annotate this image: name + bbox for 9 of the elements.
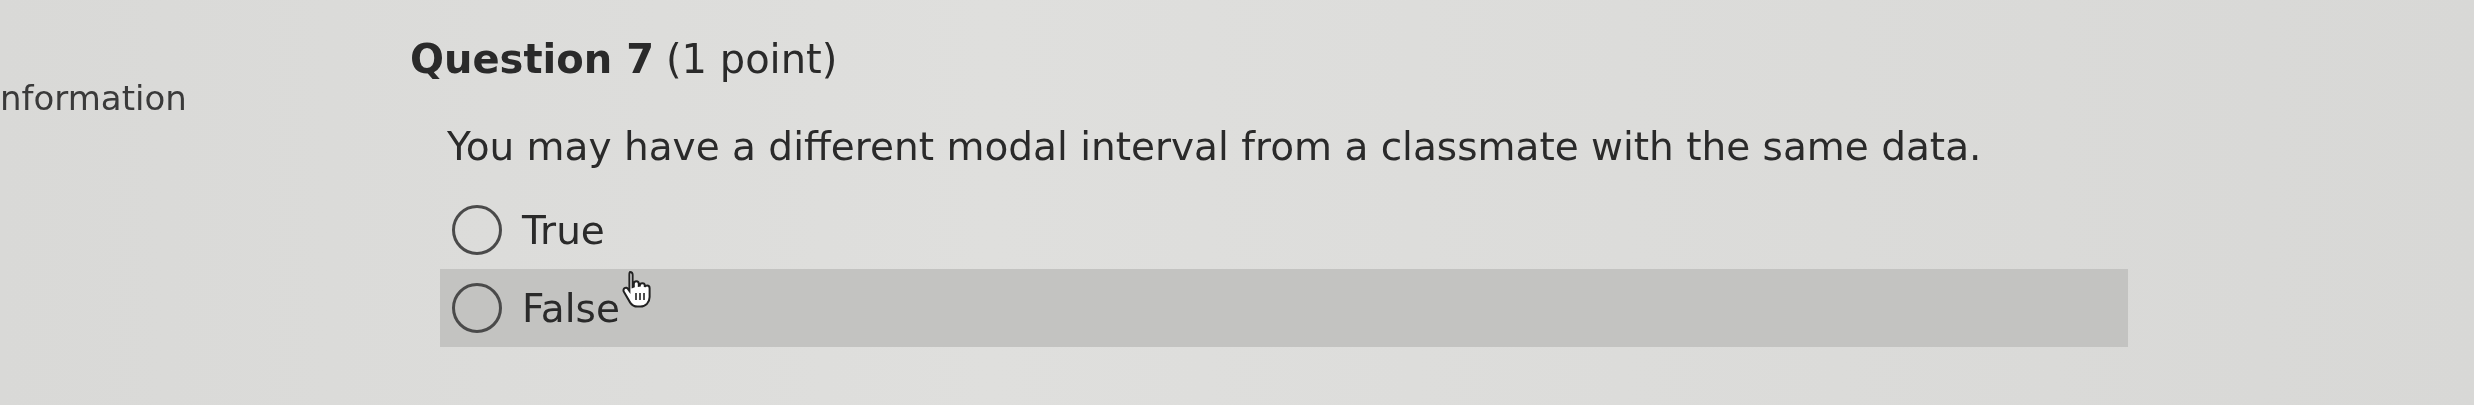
option-label[interactable]: True <box>522 207 605 253</box>
radio-button[interactable] <box>452 283 502 333</box>
question-prompt: You may have a different modal interval from a classmate with the same data. <box>447 124 1983 169</box>
option-label[interactable]: False <box>522 285 620 331</box>
question-points: (1 point) <box>665 36 838 82</box>
answer-option-highlight[interactable]: False <box>440 269 2128 347</box>
radio-button[interactable] <box>452 205 502 255</box>
question-title: Question 7 <box>410 36 654 82</box>
sidebar-link[interactable]: nformation <box>0 78 187 118</box>
